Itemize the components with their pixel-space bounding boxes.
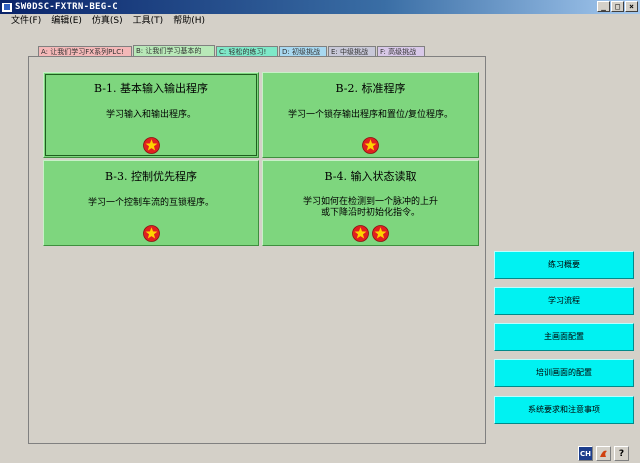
app-icon xyxy=(1,1,13,13)
ime-icon[interactable] xyxy=(596,446,611,461)
menu-file[interactable]: 文件(F) xyxy=(8,15,44,27)
card-description: 学习输入和输出程序。 xyxy=(105,110,196,120)
card-description: 学习一个控制车流的互锁程序。 xyxy=(87,198,214,208)
card-description: 学习一个锁存输出程序和置位/复位程序。 xyxy=(287,110,454,120)
help-icon[interactable]: ? xyxy=(614,446,629,461)
title-bar: SW0DSC-FXTRN-BEG-C _ □ × xyxy=(0,0,640,14)
lesson-card-b1[interactable]: B-1. 基本输入输出程序 学习输入和输出程序。 xyxy=(43,72,259,158)
window-controls: _ □ × xyxy=(597,1,638,12)
difficulty-stars xyxy=(263,225,478,242)
menu-simulate[interactable]: 仿真(S) xyxy=(89,15,126,27)
card-title: B-1. 基本输入输出程序 xyxy=(94,82,208,95)
window-title: SW0DSC-FXTRN-BEG-C xyxy=(15,2,118,12)
menu-edit[interactable]: 编辑(E) xyxy=(48,15,85,27)
menu-help[interactable]: 帮助(H) xyxy=(170,15,208,27)
maximize-button[interactable]: □ xyxy=(611,1,624,12)
star-icon xyxy=(372,225,389,242)
exercise-overview-button[interactable]: 练习概要 xyxy=(494,251,634,279)
learning-flow-button[interactable]: 学习流程 xyxy=(494,287,634,315)
star-icon xyxy=(142,225,160,242)
close-button[interactable]: × xyxy=(625,1,638,12)
main-screen-config-button[interactable]: 主画面配置 xyxy=(494,323,634,351)
card-title: B-2. 标准程序 xyxy=(335,82,406,95)
training-screen-config-button[interactable]: 培训画面的配置 xyxy=(494,359,634,387)
system-requirements-button[interactable]: 系统要求和注意事项 xyxy=(494,396,634,424)
card-title: B-3. 控制优先程序 xyxy=(105,170,197,183)
menu-tools[interactable]: 工具(T) xyxy=(130,15,167,27)
difficulty-stars xyxy=(44,137,258,154)
lesson-card-b4[interactable]: B-4. 输入状态读取 学习如何在检测到一个脉冲的上升或下降沿时初始化指令。 xyxy=(262,160,479,246)
star-icon xyxy=(142,137,160,154)
difficulty-stars xyxy=(263,137,478,154)
card-title: B-4. 输入状态读取 xyxy=(324,170,417,183)
star-icon xyxy=(362,137,379,154)
minimize-button[interactable]: _ xyxy=(597,1,610,12)
lesson-card-b3[interactable]: B-3. 控制优先程序 学习一个控制车流的互锁程序。 xyxy=(43,160,259,246)
card-description: 学习如何在检测到一个脉冲的上升或下降沿时初始化指令。 xyxy=(303,197,439,218)
difficulty-stars xyxy=(44,225,258,242)
menu-bar: 文件(F) 编辑(E) 仿真(S) 工具(T) 帮助(H) xyxy=(0,14,640,28)
lesson-card-b2[interactable]: B-2. 标准程序 学习一个锁存输出程序和置位/复位程序。 xyxy=(262,72,479,158)
language-indicator[interactable]: CH xyxy=(578,446,593,461)
star-icon xyxy=(352,225,369,242)
